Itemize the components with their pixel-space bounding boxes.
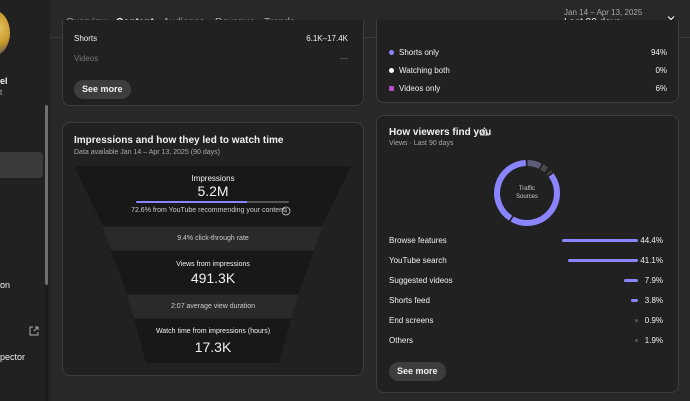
funnel-stage-note: 72.6% from YouTube recommending your con… xyxy=(131,207,285,214)
legend-item: Watching both xyxy=(389,66,450,75)
sidebar-item-label[interactable]: on xyxy=(0,280,10,290)
sidebar-item-active[interactable] xyxy=(0,152,43,178)
sidebar-item-label-2[interactable]: pector xyxy=(0,352,25,362)
legend-label: Videos only xyxy=(399,84,441,93)
traffic-source-bar xyxy=(635,319,638,322)
traffic-sources-donut xyxy=(494,160,560,226)
see-more-button[interactable]: See more xyxy=(74,80,131,99)
content-row-label: Shorts xyxy=(74,34,98,43)
donut-segment xyxy=(527,160,542,169)
funnel-stage-label: Watch time from impressions (hours) xyxy=(155,328,271,335)
funnel-stage-value: 491.3K xyxy=(190,270,236,286)
date-range: Jan 14 – Apr 13, 2025 xyxy=(564,8,643,17)
content-row-value: — xyxy=(340,54,348,63)
sidebar: el t on pector xyxy=(0,0,50,401)
legend-value: 94% xyxy=(650,48,667,57)
funnel-stage-label: Views from impressions xyxy=(176,261,250,268)
see-more-button[interactable]: See more xyxy=(389,362,446,381)
card-title: Impressions and how they led to watch ti… xyxy=(74,135,284,146)
content-row-label: Videos xyxy=(74,54,99,63)
legend-dot xyxy=(389,86,394,91)
legend-value: 6% xyxy=(655,84,667,93)
traffic-source-label: YouTube search xyxy=(389,256,447,265)
traffic-source-bar xyxy=(562,239,638,242)
traffic-source-value: 1.9% xyxy=(644,336,663,345)
channel-avatar[interactable] xyxy=(0,10,14,56)
traffic-source-bar xyxy=(624,279,638,282)
traffic-source-bar xyxy=(567,259,638,262)
funnel-stage-label: Impressions xyxy=(191,174,235,183)
traffic-source-value: 0.9% xyxy=(644,316,663,325)
traffic-sources-card xyxy=(376,115,679,393)
ctr-text: 9.4% click-through rate xyxy=(177,235,249,242)
traffic-source-label: Browse features xyxy=(389,236,447,245)
legend-label: Shorts only xyxy=(399,48,440,57)
traffic-source-label: Shorts feed xyxy=(389,296,430,305)
traffic-source-value: 3.8% xyxy=(644,296,663,305)
legend-dot xyxy=(389,68,394,73)
external-link-icon[interactable] xyxy=(29,326,39,336)
card-subtitle: Data available Jan 14 – Apr 13, 2025 (90… xyxy=(74,149,220,156)
funnel-stage-value: 17.3K xyxy=(194,339,232,355)
channel-name: el xyxy=(0,76,8,86)
traffic-source-label: Others xyxy=(389,336,414,345)
sidebar-scrollbar[interactable] xyxy=(45,105,48,401)
traffic-source-value: 41.1% xyxy=(640,256,663,265)
legend-item: Videos only xyxy=(389,84,440,93)
traffic-source-bar xyxy=(631,299,638,302)
avg-view-duration-text: 2:07 average view duration xyxy=(170,303,256,310)
traffic-source-value: 44.4% xyxy=(640,236,663,245)
channel-sub: t xyxy=(0,88,3,97)
legend-dot xyxy=(389,50,394,55)
traffic-source-value: 7.9% xyxy=(644,276,663,285)
donut-center-label: Sources xyxy=(515,194,538,200)
donut-center-label: Traffic xyxy=(518,186,536,192)
donut-segment xyxy=(546,170,553,176)
card-subtitle: Views · Last 90 days xyxy=(389,140,454,147)
impressions-progress-bar xyxy=(136,201,248,203)
donut-segment xyxy=(540,164,549,173)
card-title: How viewers find you xyxy=(389,127,492,138)
content-row-value: 6.1K–17.4K xyxy=(306,34,348,43)
traffic-source-label: End screens xyxy=(389,316,434,325)
traffic-source-label: Suggested videos xyxy=(389,276,453,285)
legend-item: Shorts only xyxy=(389,48,439,57)
traffic-source-bar xyxy=(634,339,638,342)
legend-label: Watching both xyxy=(399,66,450,75)
funnel-stage-value: 5.2M xyxy=(197,183,229,199)
warning-icon[interactable] xyxy=(480,127,489,136)
legend-value: 0% xyxy=(655,66,667,75)
